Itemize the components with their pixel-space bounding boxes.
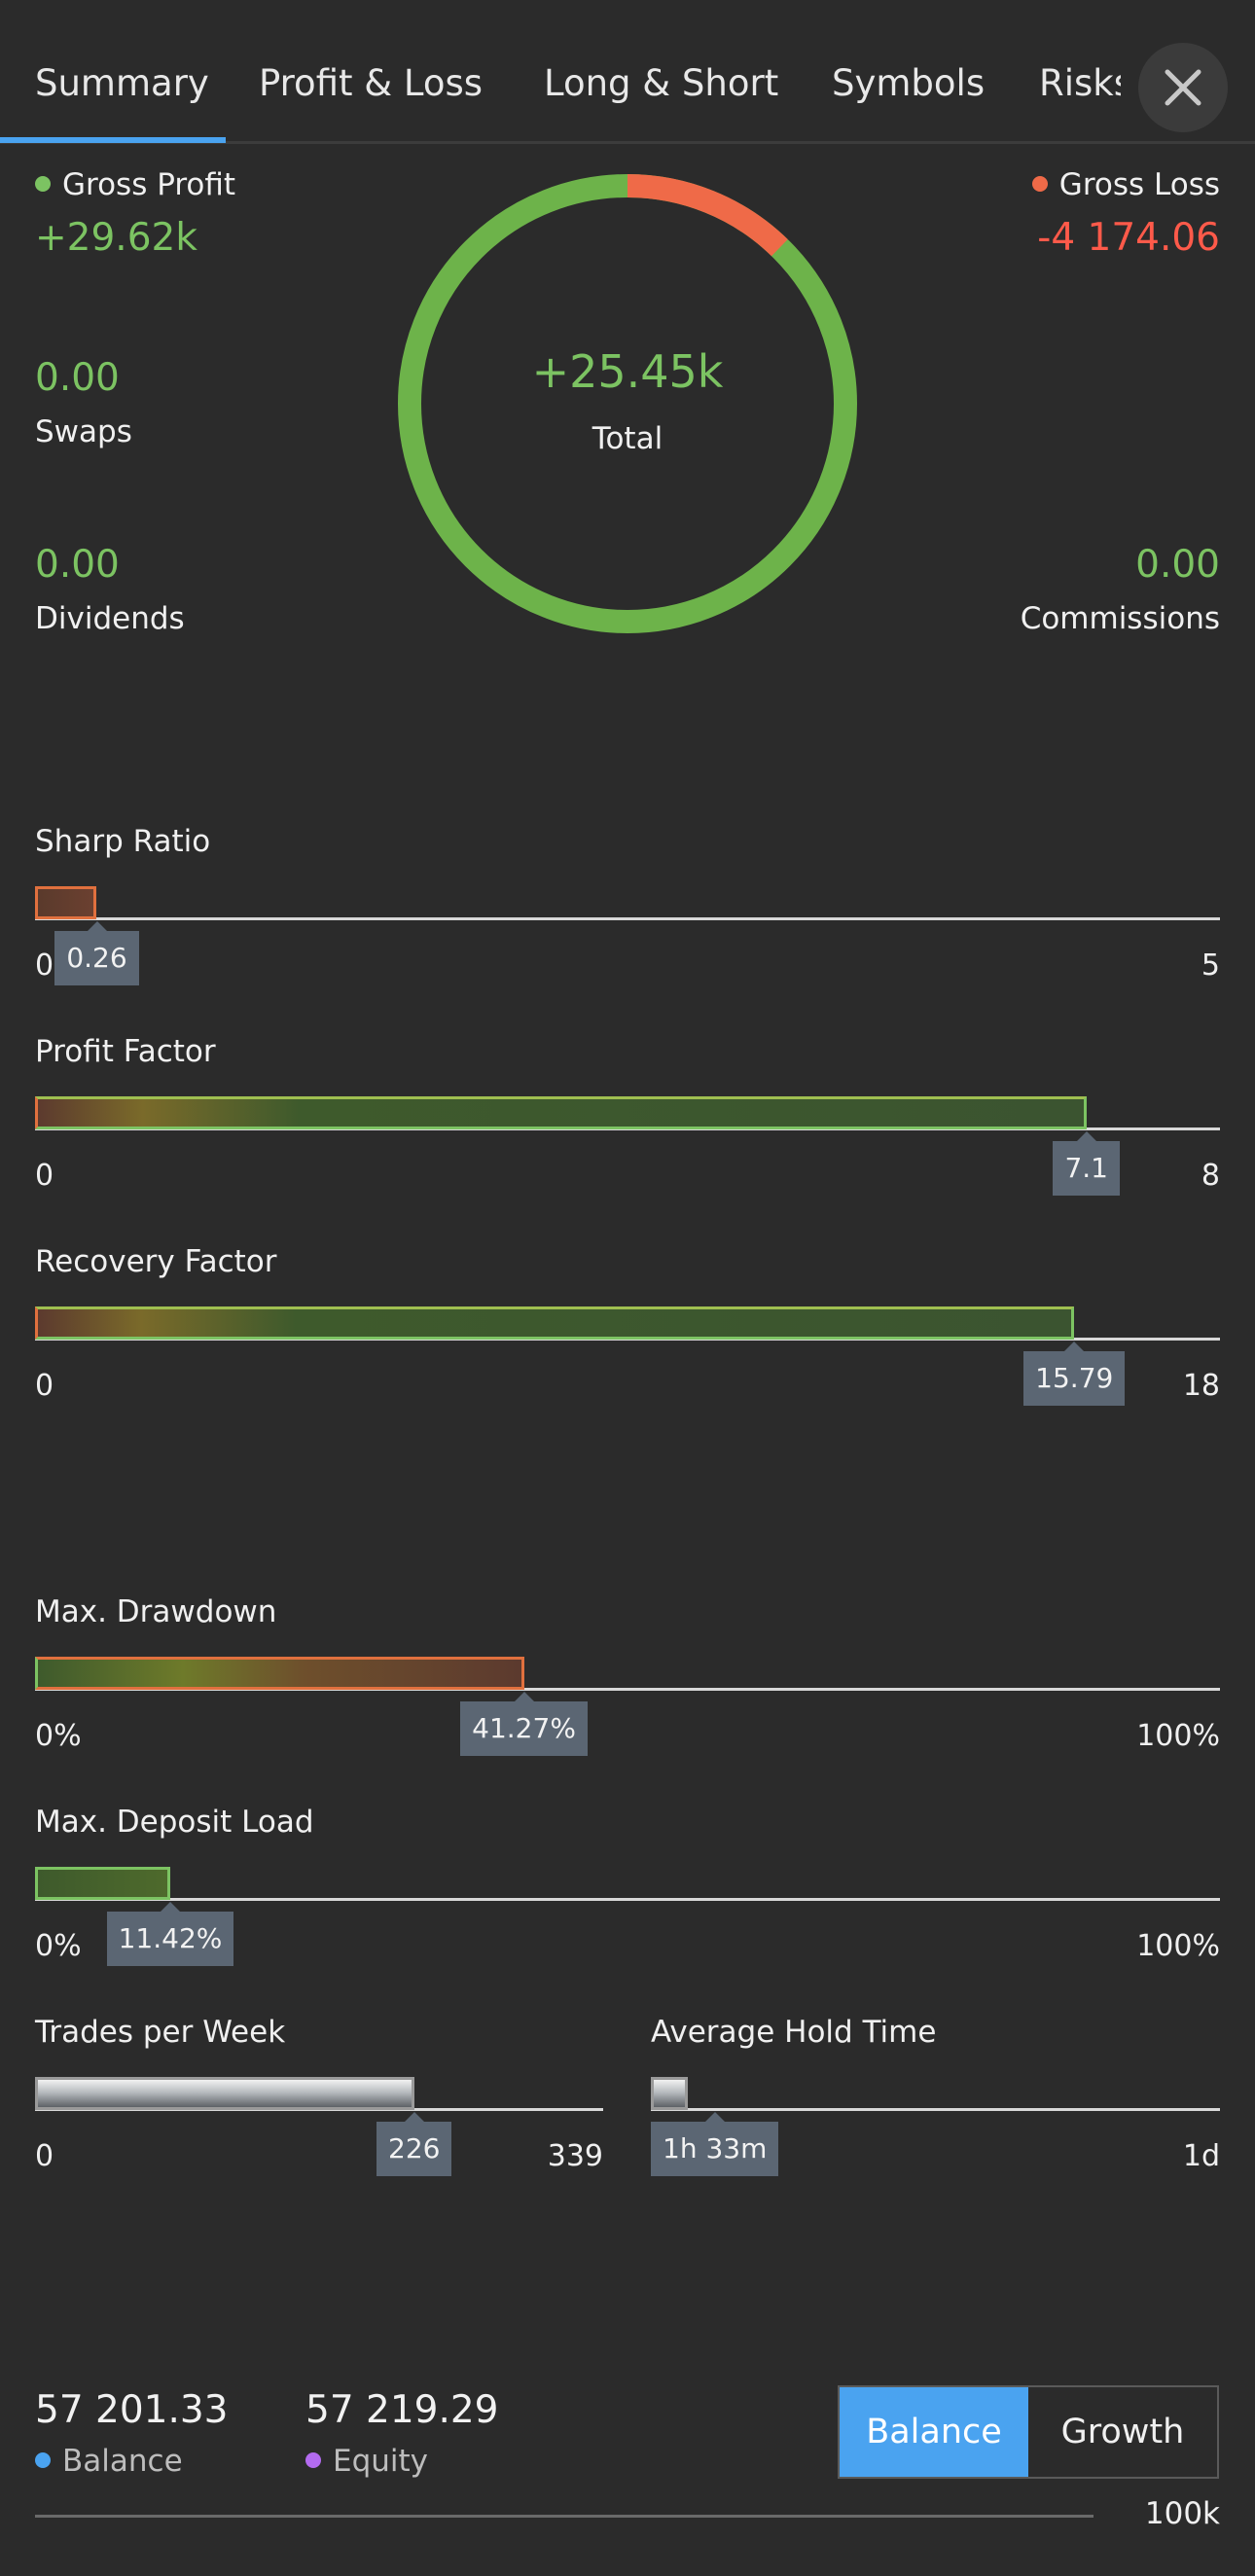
ring-loss-arc <box>627 174 788 257</box>
max-drawdown-bar <box>35 1657 524 1690</box>
commissions-value: 0.00 <box>1135 543 1220 587</box>
close-button[interactable] <box>1138 43 1228 132</box>
sharp-ratio-bar <box>35 886 97 919</box>
trades-per-week-title: Trades per Week <box>35 2015 286 2050</box>
recovery-factor-max: 18 <box>1182 1369 1220 1403</box>
max-drawdown-value-tooltip: 41.27% <box>460 1692 588 1756</box>
profit-factor-min: 0 <box>35 1159 54 1193</box>
swaps-label: Swaps <box>35 414 132 449</box>
tab-summary[interactable]: Summary <box>35 62 209 104</box>
close-icon <box>1165 69 1201 106</box>
trades-per-week-min: 0 <box>35 2139 54 2173</box>
max-deposit-load-bar <box>35 1867 171 1900</box>
total-ring-chart <box>398 174 857 633</box>
equity-dot <box>305 2451 321 2468</box>
active-tab-indicator <box>0 137 226 143</box>
chart-mode-toggle: Balance Growth <box>838 2385 1219 2479</box>
avg-hold-time-value-tooltip: 1h 33m <box>651 2112 779 2176</box>
trades-per-week-value-tooltip: 226 <box>376 2112 452 2176</box>
gross-loss-dot <box>1031 175 1048 192</box>
max-deposit-load-track <box>35 1898 1220 1901</box>
chart-axis-line <box>35 2515 1094 2518</box>
trades-per-week-max: 339 <box>547 2139 603 2173</box>
max-drawdown-title: Max. Drawdown <box>35 1594 277 1629</box>
balance-dot <box>35 2451 51 2468</box>
total-label: Total <box>592 421 663 456</box>
commissions-label: Commissions <box>1020 601 1220 636</box>
recovery-factor-value-tooltip: 15.79 <box>1023 1342 1126 1406</box>
total-value: +25.45k <box>531 345 724 398</box>
recovery-factor-bar <box>35 1306 1075 1340</box>
growth-toggle-button[interactable]: Growth <box>1028 2387 1217 2477</box>
max-drawdown-max: 100% <box>1136 1719 1220 1753</box>
dividends-label: Dividends <box>35 601 185 636</box>
tab-long-short[interactable]: Long & Short <box>544 62 778 104</box>
gross-profit-label: Gross Profit <box>62 167 236 202</box>
avg-hold-time-title: Average Hold Time <box>651 2015 937 2050</box>
max-deposit-load-min: 0% <box>35 1929 82 1963</box>
recovery-factor-title: Recovery Factor <box>35 1244 277 1279</box>
avg-hold-time-track <box>651 2108 1220 2111</box>
max-deposit-load-max: 100% <box>1136 1929 1220 1963</box>
tab-symbols[interactable]: Symbols <box>832 62 985 104</box>
avg-hold-time-bar <box>651 2077 689 2110</box>
gross-loss-legend: Gross Loss <box>1031 167 1220 202</box>
dividends-value: 0.00 <box>35 543 120 587</box>
gross-profit-legend: Gross Profit <box>35 167 235 202</box>
sharp-ratio-title: Sharp Ratio <box>35 824 211 859</box>
balance-label: Balance <box>62 2444 183 2479</box>
balance-toggle-button[interactable]: Balance <box>840 2387 1028 2477</box>
max-deposit-load-value-tooltip: 11.42% <box>106 1902 234 1966</box>
recovery-factor-min: 0 <box>35 1369 54 1403</box>
profit-factor-bar <box>35 1096 1087 1129</box>
sharp-ratio-track <box>35 917 1220 920</box>
max-deposit-load-title: Max. Deposit Load <box>35 1805 314 1840</box>
avg-hold-time-max: 1d <box>1182 2139 1220 2173</box>
tab-bar: Summary Profit & Loss Long & Short Symbo… <box>0 0 1255 144</box>
sharp-ratio-min: 0 <box>35 948 54 983</box>
equity-legend: Equity <box>305 2444 428 2479</box>
chart-axis-max: 100k <box>1144 2496 1220 2531</box>
profit-factor-title: Profit Factor <box>35 1034 216 1069</box>
swaps-value: 0.00 <box>35 356 120 400</box>
gross-profit-value: +29.62k <box>35 216 197 260</box>
max-drawdown-min: 0% <box>35 1719 82 1753</box>
balance-value: 57 201.33 <box>35 2388 229 2432</box>
profit-factor-value-tooltip: 7.1 <box>1053 1131 1120 1196</box>
gross-profit-dot <box>35 175 51 192</box>
profit-factor-max: 8 <box>1201 1159 1220 1193</box>
sharp-ratio-value-tooltip: 0.26 <box>54 921 139 985</box>
equity-value: 57 219.29 <box>305 2388 499 2432</box>
ring-profit-arc <box>398 174 857 633</box>
tab-risks[interactable]: Risks <box>1039 62 1121 104</box>
equity-label: Equity <box>333 2444 429 2479</box>
tab-profit-loss[interactable]: Profit & Loss <box>259 62 483 104</box>
gross-loss-label: Gross Loss <box>1058 167 1220 202</box>
gross-loss-value: -4 174.06 <box>1037 216 1220 260</box>
trades-per-week-bar <box>35 2077 414 2110</box>
tab-overflow: Risks <box>1031 0 1121 141</box>
sharp-ratio-max: 5 <box>1201 948 1220 983</box>
balance-legend: Balance <box>35 2444 183 2479</box>
